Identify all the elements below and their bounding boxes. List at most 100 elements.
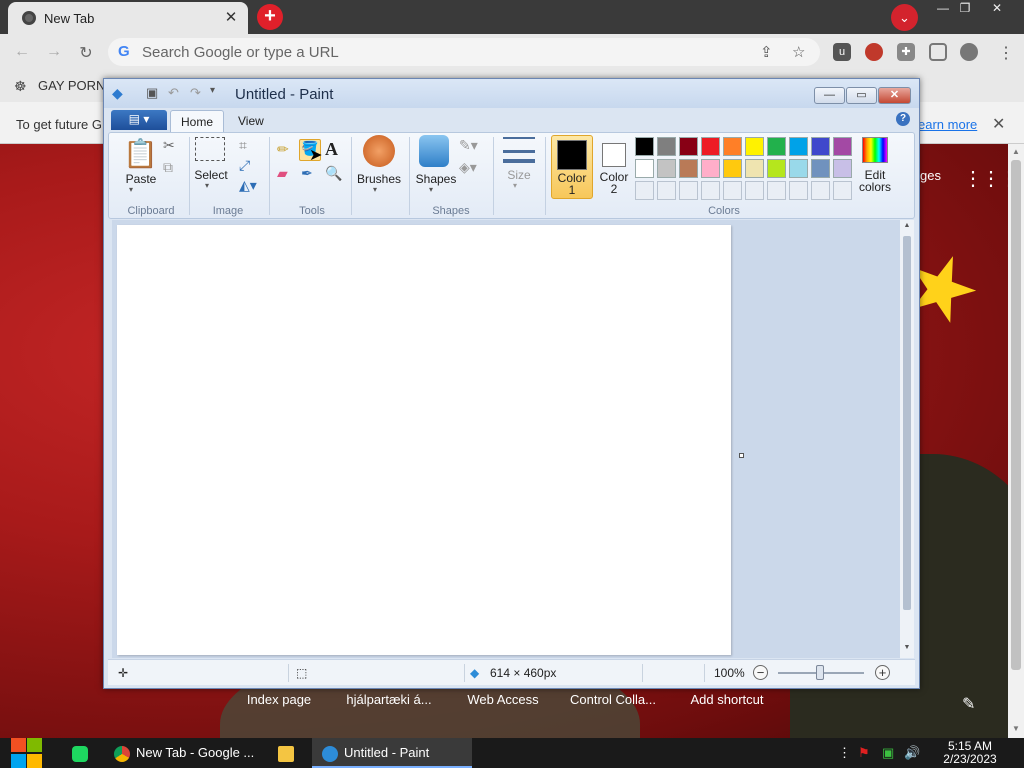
forward-icon[interactable]: → — [44, 43, 64, 61]
canvas-scrollbar[interactable]: ▲ ▼ — [900, 220, 914, 658]
magnifier-icon[interactable]: 🔍 — [325, 165, 342, 182]
taskbar-pinned-app[interactable] — [62, 738, 102, 768]
taskbar-chrome[interactable]: New Tab - Google ... — [104, 738, 264, 768]
size-dropdown-icon[interactable]: ▾ — [513, 181, 517, 190]
canvas-scroll-thumb[interactable] — [903, 236, 911, 610]
drawing-canvas[interactable] — [117, 225, 731, 655]
text-tool-icon[interactable]: A — [325, 139, 338, 160]
palette-swatch[interactable] — [789, 159, 808, 178]
profile-icon[interactable] — [960, 43, 978, 61]
palette-custom-slot[interactable] — [723, 181, 742, 200]
cut-icon[interactable]: ✂ — [163, 137, 175, 154]
paint-minimize-button[interactable]: — — [814, 87, 845, 104]
paint-maximize-button[interactable]: ▭ — [846, 87, 877, 104]
copy-icon[interactable]: ⧉ — [163, 159, 173, 176]
brushes-dropdown-icon[interactable]: ▾ — [373, 185, 377, 194]
palette-swatch[interactable] — [657, 137, 676, 156]
page-scrollbar[interactable]: ▲ ▼ — [1008, 144, 1024, 738]
chrome-menu-icon[interactable]: ⋮ — [996, 43, 1016, 63]
shapes-button[interactable]: Shapes — [411, 173, 461, 185]
palette-swatch[interactable] — [635, 159, 654, 178]
palette-custom-slot[interactable] — [767, 181, 786, 200]
canvas-scroll-down-icon[interactable]: ▼ — [900, 644, 914, 651]
palette-swatch[interactable] — [789, 137, 808, 156]
palette-custom-slot[interactable] — [701, 181, 720, 200]
palette-custom-slot[interactable] — [679, 181, 698, 200]
shapes-dropdown-icon[interactable]: ▾ — [429, 185, 433, 194]
rotate-icon[interactable]: ◭▾ — [239, 177, 257, 194]
tray-overflow-icon[interactable]: ⋮ — [838, 745, 851, 761]
shortcut-control-colla[interactable]: Control Colla... — [558, 692, 668, 707]
palette-custom-slot[interactable] — [745, 181, 764, 200]
shortcut-web-access[interactable]: Web Access — [448, 692, 558, 707]
shortcut-add[interactable]: Add shortcut — [672, 692, 782, 707]
action-center-flag-icon[interactable]: ⚑ — [858, 745, 870, 761]
undo-icon[interactable]: ↶ — [168, 85, 179, 101]
tab-home[interactable]: Home — [170, 110, 225, 132]
resize-icon[interactable]: ⤢ — [239, 157, 250, 174]
back-icon[interactable]: ← — [12, 43, 32, 61]
help-icon[interactable]: ? — [896, 112, 910, 126]
ublock-extension-icon[interactable]: u — [833, 43, 851, 61]
pencil-icon[interactable]: ✏ — [277, 141, 289, 158]
eraser-icon[interactable]: ▰ — [277, 165, 288, 182]
tab-view[interactable]: View — [228, 110, 274, 132]
scroll-up-icon[interactable]: ▲ — [1008, 147, 1024, 156]
extensions-puzzle-icon[interactable]: ✚ — [897, 43, 915, 61]
system-clock[interactable]: 5:15 AM 2/23/2023 — [930, 740, 1010, 766]
volume-icon[interactable]: 🔊 — [904, 745, 920, 761]
palette-swatch[interactable] — [767, 137, 786, 156]
palette-swatch[interactable] — [723, 159, 742, 178]
taskbar-file-explorer[interactable] — [268, 738, 308, 768]
start-button[interactable] — [10, 738, 42, 768]
palette-swatch[interactable] — [701, 137, 720, 156]
redo-icon[interactable]: ↷ — [190, 85, 201, 101]
fill-icon[interactable]: ◈▾ — [459, 159, 477, 176]
palette-swatch[interactable] — [635, 137, 654, 156]
paint-file-menu-button[interactable]: ▤ ▾ — [111, 110, 167, 130]
taskbar-paint[interactable]: Untitled - Paint — [312, 738, 472, 768]
palette-custom-slot[interactable] — [833, 181, 852, 200]
palette-custom-slot[interactable] — [657, 181, 676, 200]
paste-dropdown-icon[interactable]: ▾ — [129, 185, 133, 194]
color-picker-icon[interactable]: ✒ — [301, 165, 313, 182]
size-button[interactable]: Size — [497, 169, 541, 181]
palette-swatch[interactable] — [745, 137, 764, 156]
scroll-down-icon[interactable]: ▼ — [1008, 724, 1024, 733]
palette-swatch[interactable] — [811, 159, 830, 178]
palette-custom-slot[interactable] — [811, 181, 830, 200]
paint-close-button[interactable]: ✕ — [878, 87, 911, 104]
network-icon[interactable]: ▣ — [882, 745, 894, 761]
images-link[interactable]: ges — [920, 168, 941, 183]
tab-new-tab[interactable]: New Tab ✕ — [8, 2, 248, 34]
palette-swatch[interactable] — [657, 159, 676, 178]
palette-swatch[interactable] — [833, 137, 852, 156]
bookmark-star-icon[interactable]: ☆ — [792, 43, 805, 61]
canvas-scroll-up-icon[interactable]: ▲ — [900, 222, 914, 229]
paint-logo-icon[interactable]: ◆ — [112, 85, 123, 102]
new-tab-button[interactable]: + — [257, 4, 283, 30]
palette-swatch[interactable] — [701, 159, 720, 178]
outline-icon[interactable]: ✎▾ — [459, 137, 478, 154]
palette-custom-slot[interactable] — [635, 181, 654, 200]
palette-swatch[interactable] — [767, 159, 786, 178]
select-button[interactable]: Select — [189, 169, 233, 181]
shortcut-index-page[interactable]: Index page — [224, 692, 334, 707]
paint-title-bar[interactable]: ◆ ▣ ↶ ↷ ▾ Untitled - Paint — ▭ ✕ — [104, 79, 919, 108]
zoom-out-button[interactable]: − — [753, 665, 768, 680]
tab-close-icon[interactable]: ✕ — [222, 8, 240, 26]
side-panel-icon[interactable] — [929, 43, 947, 61]
palette-swatch[interactable] — [811, 137, 830, 156]
zoom-in-button[interactable]: + — [875, 665, 890, 680]
palette-swatch[interactable] — [833, 159, 852, 178]
bookmark-item[interactable]: GAY PORN — [38, 78, 105, 93]
crop-icon[interactable]: ⌗ — [239, 137, 247, 154]
canvas-resize-handle[interactable] — [739, 453, 744, 458]
learn-more-link[interactable]: earn more — [918, 117, 977, 132]
shortcut-hjalpartaeki[interactable]: hjálpartæki á... — [334, 692, 444, 707]
customize-pencil-icon[interactable]: ✎ — [962, 694, 975, 714]
tab-search-button[interactable]: ⌄ — [891, 4, 918, 31]
reload-icon[interactable]: ↻ — [76, 43, 96, 63]
palette-custom-slot[interactable] — [789, 181, 808, 200]
omnibox[interactable]: G Search Google or type a URL ⇪ ☆ — [108, 38, 820, 66]
